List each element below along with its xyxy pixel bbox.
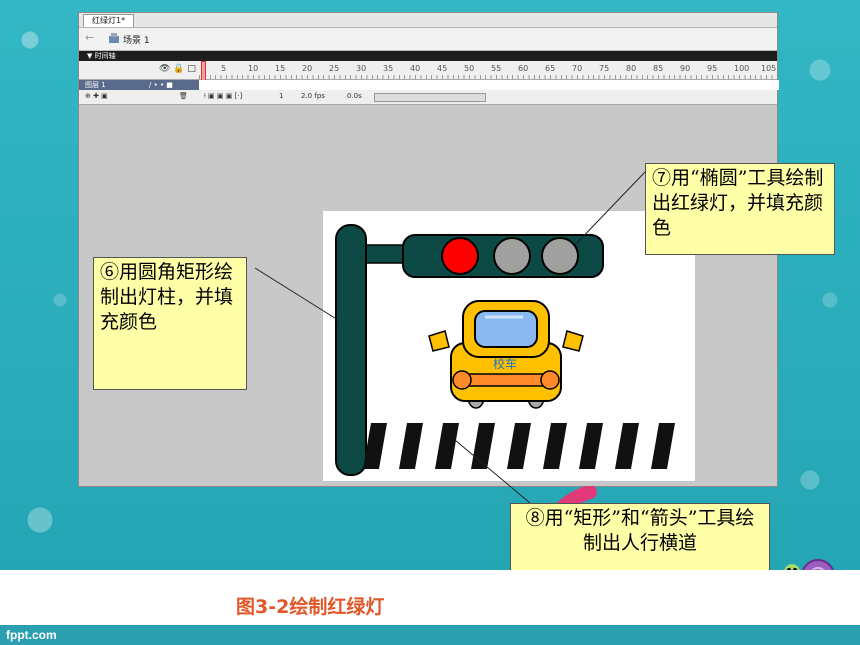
ruler-number: 25 [329, 64, 340, 73]
ruler-number: 65 [545, 64, 556, 73]
layer-visibility-icons[interactable]: 👁 🔒 □ [159, 64, 196, 74]
yellow-light [493, 237, 531, 275]
callout-pole: ⑥用圆角矩形绘制出灯柱，并填充颜色 [93, 257, 247, 390]
ruler-number: 30 [356, 64, 367, 73]
ruler-number: 10 [248, 64, 259, 73]
ruler-number: 105 [761, 64, 777, 73]
caption-band [0, 570, 860, 625]
trash-icon[interactable]: 🗑 [179, 92, 188, 100]
ruler-number: 15 [275, 64, 286, 73]
green-light [541, 237, 579, 275]
add-layer-icon[interactable]: ⊕ ✚ ▣ [85, 92, 108, 100]
ruler-number: 50 [464, 64, 475, 73]
scene-bar: ← 场景 1 [79, 28, 777, 51]
school-bus [428, 300, 584, 409]
footer-brand[interactable]: fppt.com [6, 628, 57, 642]
timeline-header[interactable]: ▼ 时间轴 [79, 51, 777, 61]
stage-canvas[interactable]: 校车 [323, 211, 695, 481]
bus-label: 校车 [493, 356, 517, 371]
scene-icon [109, 33, 119, 43]
ruler-number: 70 [572, 64, 583, 73]
ruler-number: 85 [653, 64, 664, 73]
stage-drawing: 校车 [335, 224, 675, 476]
layer-name[interactable]: 图层 1 [85, 80, 106, 90]
document-tab-bar: 红绿灯1* [79, 13, 777, 28]
current-frame: 1 [279, 92, 284, 100]
ruler-number: 45 [437, 64, 448, 73]
back-arrow-icon[interactable]: ← [85, 31, 94, 44]
ruler-number: 100 [734, 64, 750, 73]
document-tab[interactable]: 红绿灯1* [83, 14, 135, 27]
layer-controls[interactable]: / • • ■ [149, 80, 173, 90]
callout-lights: ⑦用“椭圆”工具绘制出红绿灯，并填充颜色 [645, 163, 835, 255]
ruler-number: 90 [680, 64, 691, 73]
ruler-number: 20 [302, 64, 313, 73]
layer-frames[interactable] [199, 80, 779, 90]
timeline-scrollbar[interactable] [374, 93, 486, 102]
timeline-status-bar: ⊕ ✚ ▣ 🗑 ⟊ ▣ ▣ ▣ [·] 1 2.0 fps 0.0s [79, 90, 777, 105]
ruler-number: 55 [491, 64, 502, 73]
light-pole [335, 224, 367, 476]
ruler-number: 75 [599, 64, 610, 73]
layer-row[interactable]: 图层 1 / • • ■ [79, 80, 779, 90]
ruler-number: 60 [518, 64, 529, 73]
ruler-number: 5 [221, 64, 227, 73]
frame-rate[interactable]: 2.0 fps [301, 92, 325, 100]
timeline-ruler: 👁 🔒 □ 5 10 15 20 25 30 35 40 45 50 55 60 65 70 75 80 85 9… [79, 61, 779, 91]
ruler-number: 80 [626, 64, 637, 73]
red-light [441, 237, 479, 275]
ruler-number: 95 [707, 64, 718, 73]
onion-skin-icons[interactable]: ⟊ ▣ ▣ ▣ [·] [204, 92, 242, 101]
ruler-numbers: 5 10 15 20 25 30 35 40 45 50 55 60 65 70 75 80 85 90 95 100… [199, 64, 779, 76]
footer-bar [0, 625, 860, 645]
ruler-number: 40 [410, 64, 421, 73]
ruler-number: 35 [383, 64, 394, 73]
elapsed-time: 0.0s [347, 92, 362, 100]
crosswalk [363, 423, 675, 469]
callout-crosswalk: ⑧用“矩形”和“箭头”工具绘制出人行横道 [510, 503, 770, 579]
scene-label[interactable]: 场景 1 [123, 33, 150, 46]
figure-caption: 图3-2绘制红绿灯 [236, 596, 385, 618]
